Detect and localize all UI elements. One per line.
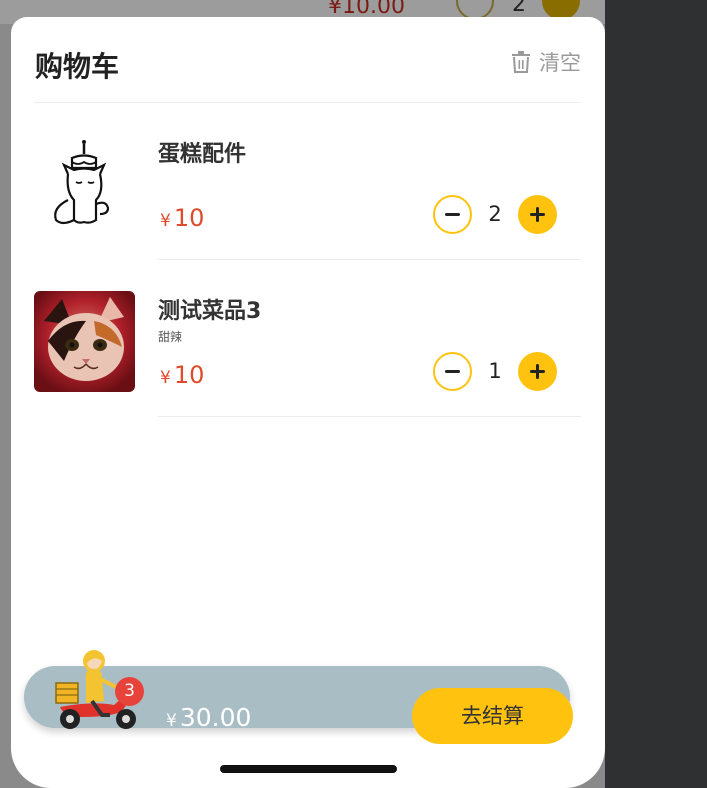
item-qty: 2: [488, 202, 502, 226]
item-name: 测试菜品3: [158, 299, 262, 324]
minus-icon[interactable]: [433, 351, 472, 391]
item-spec: 甜辣: [158, 330, 183, 344]
cart-total: ¥30.00: [166, 703, 252, 732]
item-price: ¥10: [160, 204, 205, 232]
clear-cart-label: 清空: [539, 51, 581, 75]
plus-icon[interactable]: [518, 351, 557, 391]
cart-header: 购物车 清空: [11, 17, 605, 103]
clear-cart-button[interactable]: 清空: [511, 47, 581, 77]
cat-with-cake-illustration: [34, 134, 135, 235]
plus-icon[interactable]: [518, 194, 557, 234]
cart-count-badge: 3: [115, 677, 144, 706]
item-image: [34, 291, 135, 392]
outer-backdrop: [605, 0, 707, 788]
cart-item: 蛋糕配件 ¥10 2: [11, 103, 605, 260]
page-title: 购物车: [35, 50, 120, 83]
trash-icon: [512, 51, 530, 73]
minus-icon[interactable]: [433, 194, 472, 234]
quantity-stepper: 1: [433, 351, 557, 391]
home-indicator: [220, 765, 397, 773]
checkout-button[interactable]: 去结算: [412, 688, 573, 744]
divider: [158, 416, 581, 417]
calico-cat-photo: [34, 291, 135, 392]
item-price: ¥10: [160, 361, 205, 389]
item-name: 蛋糕配件: [158, 142, 247, 167]
item-qty: 1: [488, 359, 502, 383]
cart-item: 测试菜品3 甜辣 ¥10 1: [11, 260, 605, 417]
item-image: [34, 134, 135, 235]
quantity-stepper: 2: [433, 194, 557, 234]
background-qty: 2: [512, 0, 526, 17]
